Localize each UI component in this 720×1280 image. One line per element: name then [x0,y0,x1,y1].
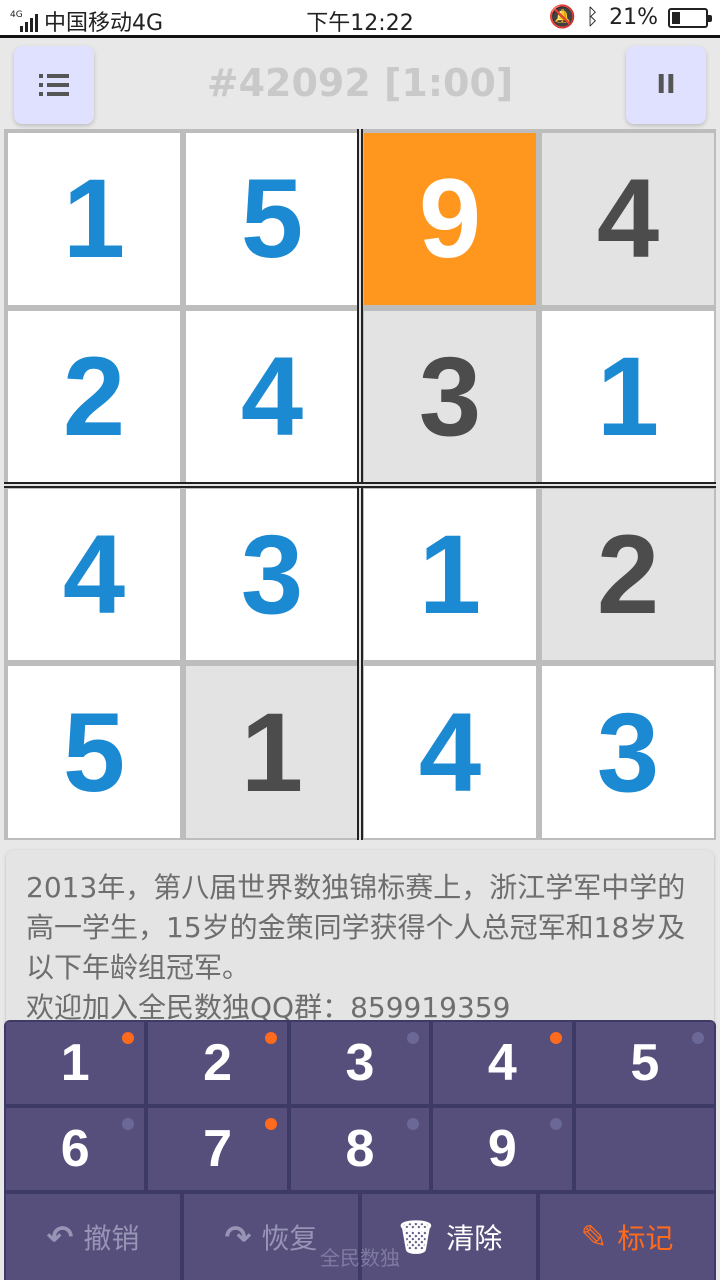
board-cell[interactable]: 4 [542,133,714,305]
pencil-icon: ✎ [580,1218,608,1256]
number-key-label: 3 [345,1034,375,1092]
board-cell[interactable]: 1 [364,488,536,661]
number-key-7[interactable]: 7 [148,1108,287,1190]
note-indicator-dot [549,1118,562,1130]
note-indicator-dot [122,1032,135,1044]
clear-button-label: 清除 [446,1222,503,1255]
clear-button[interactable]: 🗑 清除 [362,1194,536,1280]
box-divider-horizontal [4,481,716,488]
note-indicator-dot [264,1118,277,1130]
board-cell[interactable]: 4 [8,488,180,661]
redo-button-label: 恢复 [261,1222,318,1255]
board-cell[interactable]: 1 [186,666,358,838]
board-cell[interactable]: 5 [186,133,358,305]
note-indicator-dot [691,1032,704,1044]
number-key-4[interactable]: 4 [433,1022,572,1104]
number-key-9[interactable]: 9 [433,1108,572,1190]
note-indicator-dot [122,1118,135,1130]
empty-key [575,1108,714,1190]
status-bar: 4G 中国移动4G 下午12:22 🔕 ᛒ 21% [0,0,720,38]
pause-icon: II [656,70,676,100]
number-key-5[interactable]: 5 [575,1022,714,1104]
undo-icon: ↶ [46,1218,74,1256]
note-indicator-dot [407,1032,420,1044]
number-key-label: 6 [60,1120,90,1178]
board-cell[interactable]: 2 [542,488,714,661]
undo-button-label: 撤销 [83,1222,140,1255]
redo-icon: ↷ [224,1218,252,1256]
number-key-label: 1 [60,1034,90,1092]
note-indicator-dot [264,1032,277,1044]
number-key-label: 7 [203,1120,233,1178]
mute-icon: 🔕 [548,5,576,30]
number-key-2[interactable]: 2 [148,1022,287,1104]
board-cell[interactable]: 3 [186,488,358,661]
redo-button[interactable]: ↷ 恢复 [184,1194,358,1280]
bluetooth-icon: ᛒ [585,5,600,30]
battery-icon [668,7,712,28]
number-key-label: 2 [203,1034,233,1092]
number-key-label: 5 [630,1034,660,1092]
board-cell[interactable]: 1 [542,310,714,483]
game-header: #42092 [1:00] II [0,41,720,129]
info-text: 2013年，第八届世界数独锦标赛上，浙江学军中学的高一学生，15岁的金策同学获得… [26,871,686,984]
board-cell[interactable]: 3 [364,310,536,483]
number-key-label: 9 [487,1120,517,1178]
number-keypad: 1 2 3 4 5 6 7 8 9 ↶ 撤销 ↷ 恢复 🗑 清除 ✎ 标记 [4,1020,716,1280]
number-key-label: 4 [487,1034,517,1092]
board-cell[interactable]: 4 [186,310,358,483]
puzzle-title: #42092 [1:00] [206,61,514,105]
board-cell[interactable]: 4 [364,666,536,838]
menu-button[interactable] [14,46,94,124]
undo-button[interactable]: ↶ 撤销 [6,1194,180,1280]
number-key-6[interactable]: 6 [6,1108,145,1190]
note-indicator-dot [549,1032,562,1044]
board-cell[interactable]: 5 [8,666,180,838]
mark-button-label: 标记 [617,1222,674,1255]
menu-icon [39,74,69,96]
number-key-label: 8 [345,1120,375,1178]
number-key-8[interactable]: 8 [290,1108,430,1190]
note-indicator-dot [407,1118,420,1130]
board-cell[interactable]: 1 [8,133,180,305]
trash-icon: 🗑 [395,1218,437,1256]
number-key-3[interactable]: 3 [290,1022,430,1104]
number-key-1[interactable]: 1 [6,1022,145,1104]
battery-percent: 21% [609,5,658,30]
status-right: 🔕 ᛒ 21% [548,5,712,30]
board-cell[interactable]: 9 [364,133,536,305]
board-cell[interactable]: 3 [542,666,714,838]
pause-button[interactable]: II [626,46,706,124]
sudoku-board: 1594243143125143 [4,129,716,840]
board-cell[interactable]: 2 [8,310,180,483]
mark-button[interactable]: ✎ 标记 [540,1194,714,1280]
